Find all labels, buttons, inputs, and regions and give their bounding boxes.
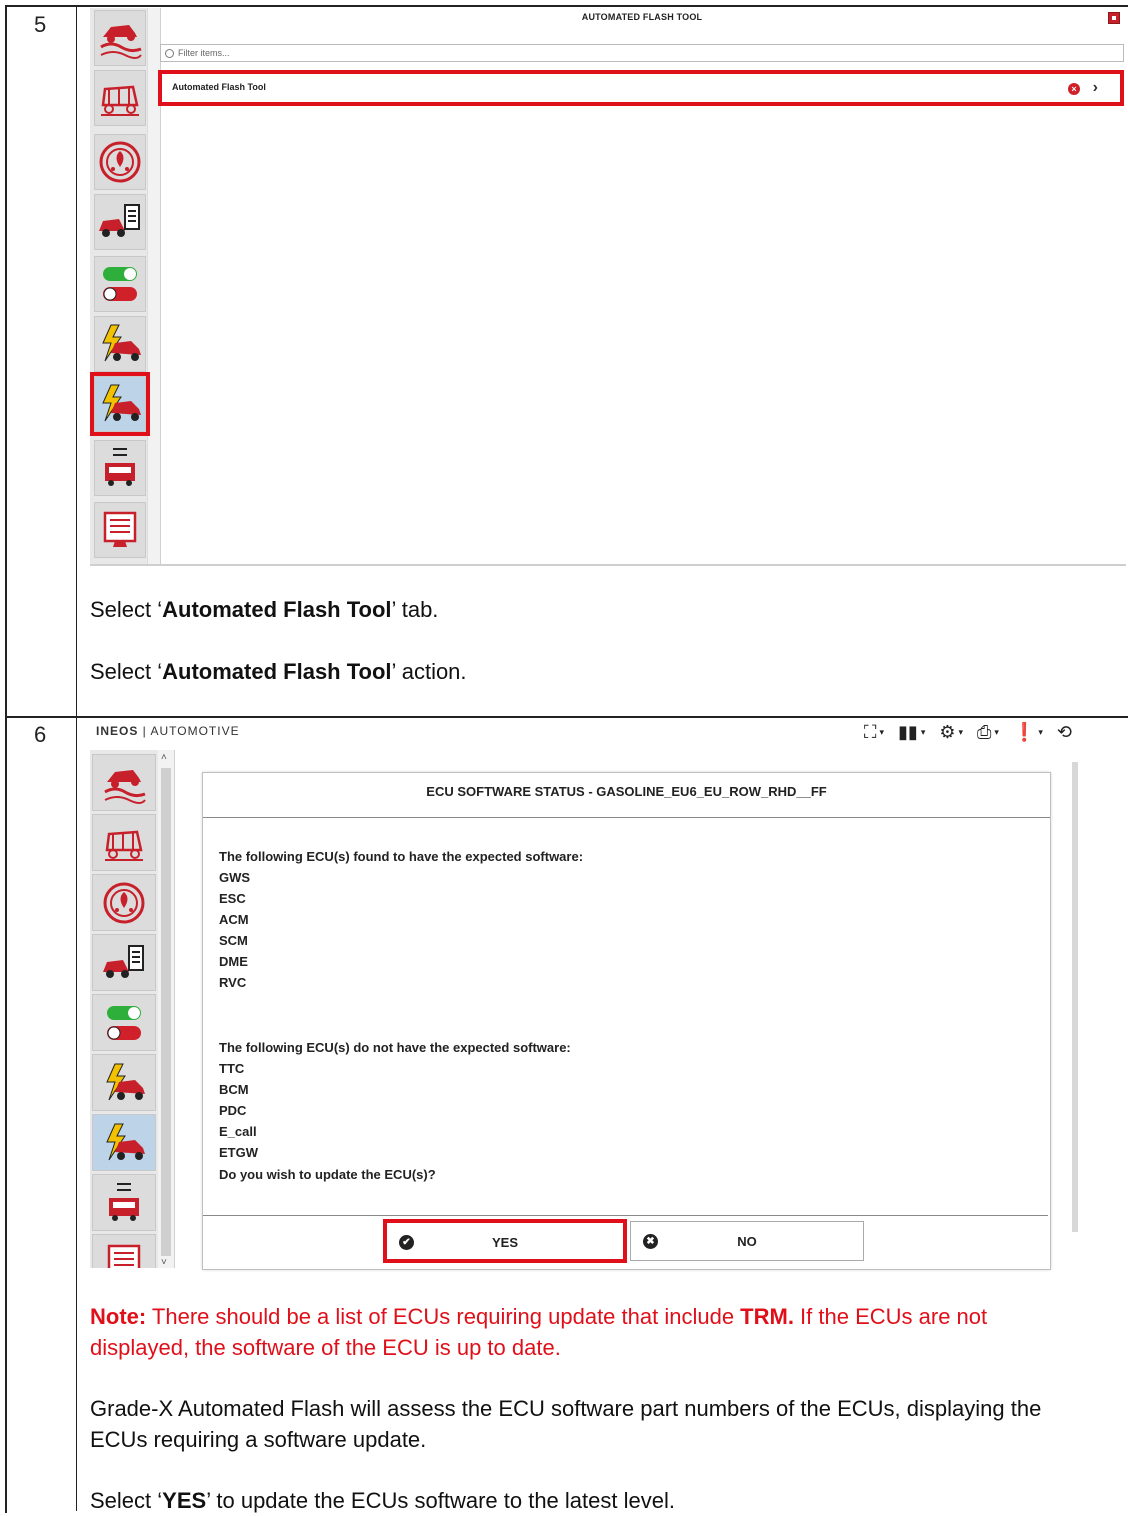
- sidebar-item-automated-flash-tool[interactable]: [92, 1114, 156, 1171]
- ecu-item: TTC: [219, 1061, 245, 1076]
- sidebar-item-flash[interactable]: [92, 1054, 156, 1111]
- diagnostic-dial-icon: [103, 882, 145, 923]
- no-button[interactable]: ✖ NO: [630, 1221, 864, 1261]
- instruction-select-yes: Select ‘YES’ to update the ECUs software…: [90, 1488, 675, 1513]
- yes-button-label: YES: [491, 1235, 518, 1250]
- brand-logo: INEOS | AUTOMOTIVE: [96, 724, 240, 738]
- remove-icon[interactable]: ×: [1068, 83, 1080, 95]
- instruction-select-action: Select ‘Automated Flash Tool’ action.: [90, 659, 467, 684]
- battery-icon[interactable]: ▮▮ ▾: [898, 722, 925, 743]
- automated-flash-icon: [102, 384, 141, 422]
- ecu-status-dialog: ECU SOFTWARE STATUS - GASOLINE_EU6_EU_RO…: [202, 772, 1051, 1270]
- document-monitor-icon: [107, 1244, 141, 1268]
- sidebar-item-flash[interactable]: [94, 316, 146, 372]
- vehicle-diagram-icon: [101, 85, 139, 116]
- sidebar-scrollbar[interactable]: ˄ ˅: [158, 750, 174, 1268]
- vehicle-report-icon: [103, 944, 144, 978]
- sidebar-item-document[interactable]: [94, 502, 146, 558]
- sidebar-item-vehicle-diagram[interactable]: [92, 814, 156, 871]
- dialog-body: The following ECU(s) found to have the e…: [203, 817, 1048, 1216]
- sidebar-item-automated-flash-tool[interactable]: [90, 372, 150, 436]
- chevron-right-icon[interactable]: ›: [1093, 79, 1098, 97]
- sidebar-item-diagnostics[interactable]: [92, 874, 156, 931]
- settings-gear-icon[interactable]: ⚙ ▾: [939, 722, 963, 743]
- sidebar-item-binary[interactable]: [94, 440, 146, 496]
- ecu-item: ACM: [219, 912, 249, 927]
- dialog-title: ECU SOFTWARE STATUS - GASOLINE_EU6_EU_RO…: [203, 773, 1050, 818]
- sidebar-item-vehicle-report[interactable]: [94, 194, 146, 250]
- sidebar-item-binary[interactable]: [92, 1174, 156, 1231]
- sidebar-item-vehicle-diagram[interactable]: [94, 70, 146, 126]
- toggle-switches-icon: [107, 1005, 141, 1040]
- ecu-item: GWS: [219, 870, 251, 885]
- note-line-2: displayed, the software of the ECU is up…: [90, 1335, 561, 1360]
- flash-vehicle-icon: [106, 1063, 145, 1100]
- close-icon[interactable]: [1108, 12, 1120, 24]
- scrollbar-thumb[interactable]: [161, 768, 171, 1256]
- list-item-label: Automated Flash Tool: [172, 82, 266, 92]
- diagnostic-dial-icon: [99, 141, 141, 183]
- ecu-item: BCM: [219, 1082, 249, 1097]
- screenshot-ecu-software-status: INEOS | AUTOMOTIVE ⛶ ▾ ▮▮ ▾ ⚙ ▾ ⎙ ▾ ❗ ▾ ⟲: [90, 720, 1078, 1270]
- list-item-automated-flash-tool[interactable]: Automated Flash Tool × ›: [158, 70, 1124, 106]
- filter-input[interactable]: Filter items...: [160, 44, 1124, 62]
- off-road-vehicle-icon: [104, 769, 146, 804]
- step-number: 5: [34, 12, 47, 37]
- flash-vehicle-icon: [102, 324, 141, 362]
- step-number: 6: [34, 722, 47, 747]
- app-title: AUTOMATED FLASH TOOL: [581, 12, 703, 22]
- automated-flash-icon: [106, 1123, 145, 1160]
- content-scrollbar[interactable]: [1072, 762, 1078, 1232]
- sidebar-item-offroad[interactable]: [94, 10, 146, 66]
- expected-heading: The following ECU(s) found to have the e…: [219, 849, 584, 864]
- ecu-item: SCM: [219, 933, 248, 948]
- ecu-item: ESC: [219, 891, 246, 906]
- no-button-label: NO: [737, 1234, 757, 1249]
- sidebar-item-toggles[interactable]: [92, 994, 156, 1051]
- sidebar: [90, 8, 161, 564]
- paragraph-line-2: ECUs requiring a software update.: [90, 1427, 427, 1452]
- search-icon: [165, 48, 174, 58]
- binary-vehicle-icon: [105, 448, 135, 486]
- note-line-1: Note: There should be a list of ECUs req…: [90, 1304, 988, 1329]
- ecu-item: DME: [219, 954, 248, 969]
- sidebar-item-toggles[interactable]: [94, 256, 146, 312]
- not-expected-heading: The following ECU(s) do not have the exp…: [219, 1040, 571, 1055]
- vehicle-report-icon: [99, 204, 140, 237]
- binary-vehicle-icon: [109, 1182, 139, 1221]
- feedback-icon[interactable]: ❗ ▾: [1013, 722, 1043, 743]
- off-road-vehicle-icon: [100, 25, 142, 59]
- ecu-item: PDC: [219, 1103, 247, 1118]
- document-monitor-icon: [103, 511, 137, 547]
- row-divider: [5, 716, 1128, 718]
- filter-placeholder: Filter items...: [178, 48, 230, 58]
- sidebar-item-offroad[interactable]: [92, 754, 156, 811]
- vehicle-diagram-icon: [105, 830, 143, 861]
- printer-icon[interactable]: ⎙ ▾: [977, 722, 999, 743]
- column-divider: [76, 5, 77, 1511]
- ecu-item: E_call: [219, 1124, 257, 1139]
- sidebar-item-diagnostics[interactable]: [94, 134, 146, 190]
- toolbar: ⛶ ▾ ▮▮ ▾ ⚙ ▾ ⎙ ▾ ❗ ▾ ⟲: [864, 720, 1072, 744]
- ecu-item: RVC: [219, 975, 247, 990]
- instruction-select-tab: Select ‘Automated Flash Tool’ tab.: [90, 597, 439, 622]
- sidebar-item-document[interactable]: [92, 1234, 156, 1268]
- sidebar-item-vehicle-report[interactable]: [92, 934, 156, 991]
- exit-icon[interactable]: ⟲: [1057, 722, 1072, 743]
- yes-button[interactable]: ✔ YES: [383, 1219, 627, 1263]
- screenshot-automated-flash-tool: AUTOMATED FLASH TOOL Filter items... Aut…: [90, 8, 1126, 566]
- chevron-down-icon[interactable]: ˅: [161, 1257, 167, 1268]
- ecu-item: ETGW: [219, 1145, 258, 1160]
- update-question: Do you wish to update the ECU(s)?: [219, 1167, 436, 1182]
- toggle-switches-icon: [103, 267, 137, 301]
- paragraph-line-1: Grade-X Automated Flash will assess the …: [90, 1396, 1042, 1421]
- chevron-up-icon[interactable]: ˄: [161, 752, 167, 763]
- network-icon[interactable]: ⛶ ▾: [864, 722, 884, 743]
